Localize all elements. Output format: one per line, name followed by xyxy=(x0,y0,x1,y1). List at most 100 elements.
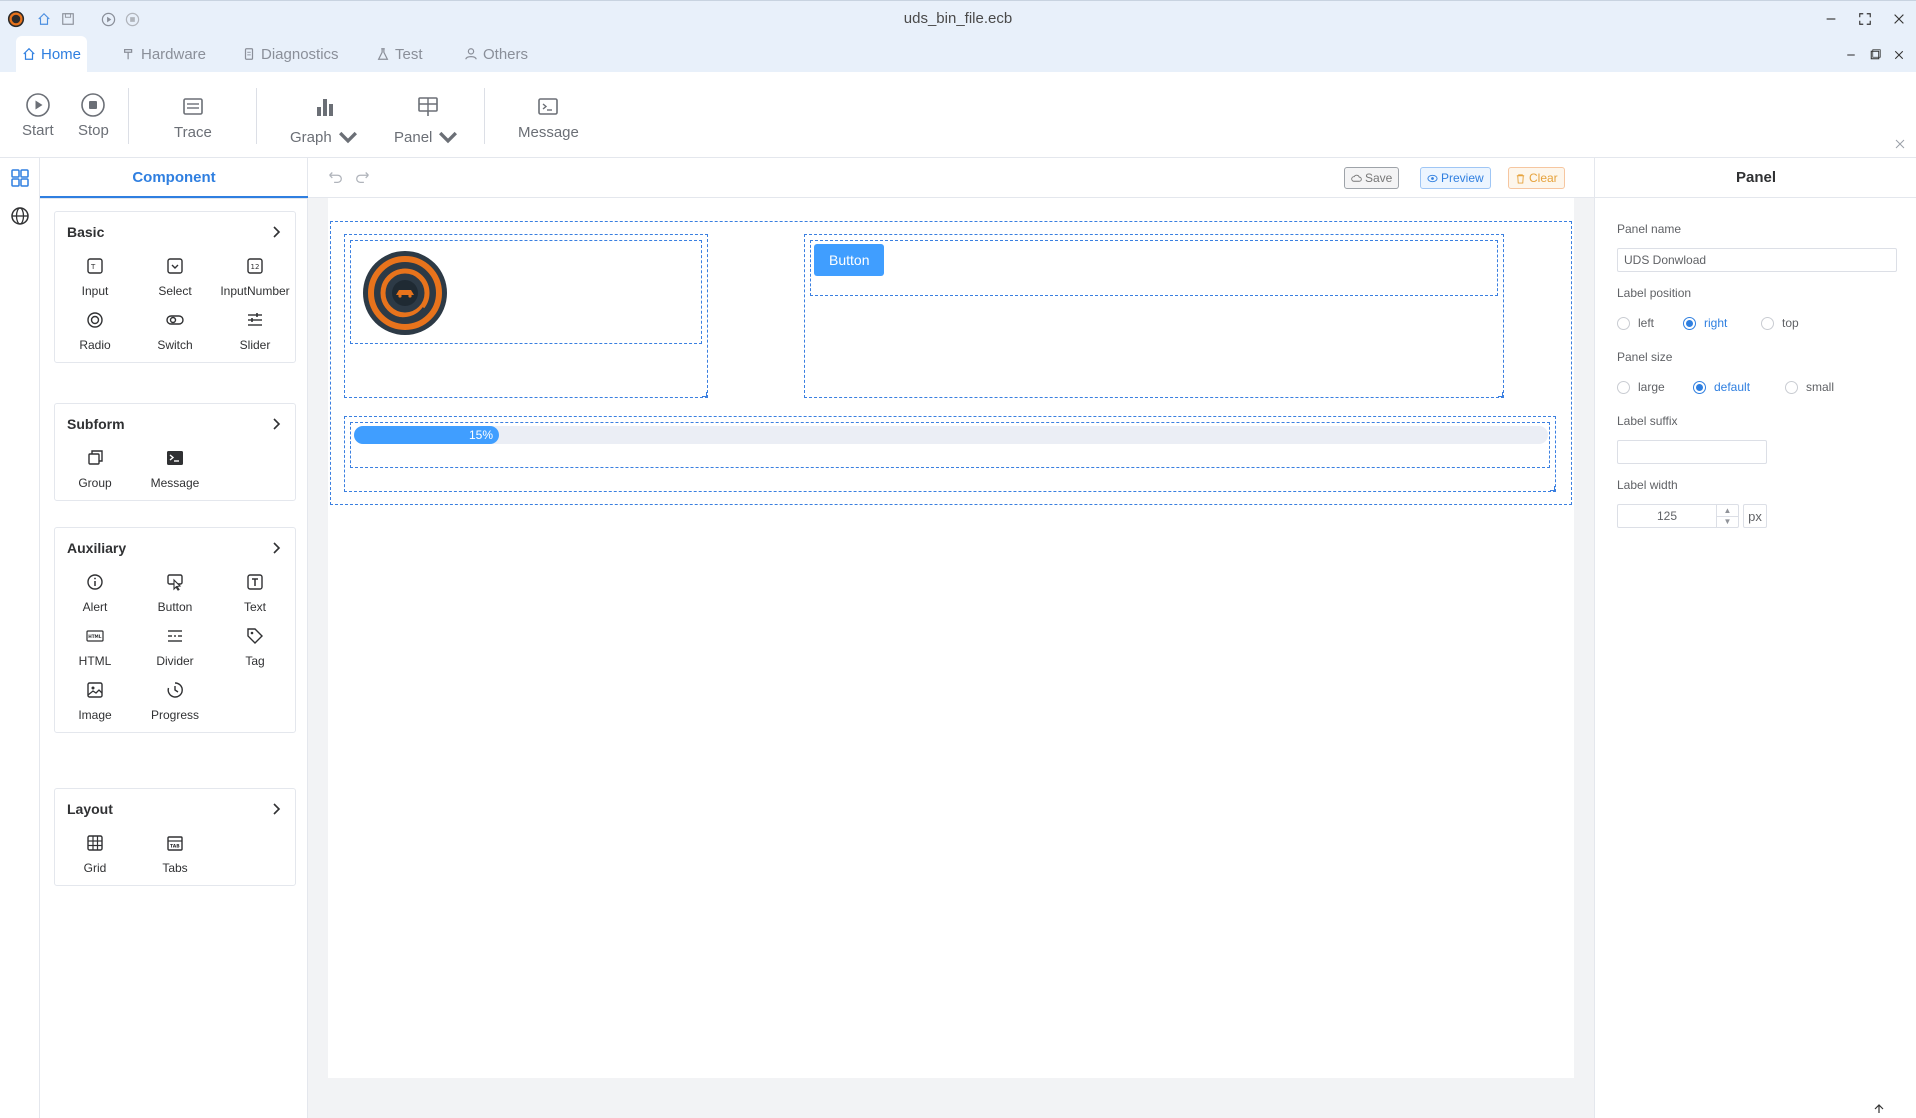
component-label: Tabs xyxy=(162,861,188,875)
chevron-right-icon xyxy=(273,542,281,554)
trace-button[interactable]: Trace xyxy=(174,94,212,141)
chevron-right-icon xyxy=(273,418,281,430)
component-image[interactable]: Image xyxy=(55,680,135,722)
component-slider[interactable]: Slider xyxy=(215,310,295,352)
group-basic-header[interactable]: Basic xyxy=(55,212,295,252)
button-widget-frame[interactable] xyxy=(810,240,1498,296)
component-tabs[interactable]: TAB Tabs xyxy=(135,833,215,875)
progress-fill: 15% xyxy=(354,426,499,444)
components-grid-icon[interactable] xyxy=(10,168,30,188)
radio-dot xyxy=(1617,380,1630,394)
label-width-label: Label width xyxy=(1617,478,1678,492)
tag-icon xyxy=(247,628,263,644)
designer-area: Save Preview Clear Button 15% xyxy=(308,158,1594,1118)
group-layout-header[interactable]: Layout xyxy=(55,789,295,829)
scroll-top-icon[interactable] xyxy=(1873,1102,1885,1114)
tab-test[interactable]: Test xyxy=(370,36,429,72)
tab-hardware[interactable]: Hardware xyxy=(116,36,212,72)
tab-others-label: Others xyxy=(483,45,529,63)
slider-icon xyxy=(248,313,262,326)
decrement-icon[interactable]: ▼ xyxy=(1717,517,1738,528)
component-select[interactable]: Select xyxy=(135,256,215,298)
group-basic: Basic T Input Select 12 InputNumber Radi… xyxy=(54,211,296,363)
hammer-icon xyxy=(124,49,133,60)
radio-dot xyxy=(1761,316,1774,330)
panel-label: Panel xyxy=(394,128,433,146)
save-button[interactable]: Save xyxy=(1344,167,1400,189)
component-switch[interactable]: Switch xyxy=(135,310,215,352)
stepper-arrows: ▲ ▼ xyxy=(1716,505,1738,527)
component-radio[interactable]: Radio xyxy=(55,310,135,352)
component-progress[interactable]: Progress xyxy=(135,680,215,722)
form-button[interactable]: Button xyxy=(814,244,885,276)
left-icon-rail xyxy=(0,158,40,1118)
stop-button[interactable]: Stop xyxy=(78,92,109,139)
component-text[interactable]: Text xyxy=(215,572,295,614)
radio-default[interactable]: default xyxy=(1693,380,1785,394)
component-button[interactable]: Button xyxy=(135,572,215,614)
tab-home[interactable]: Home xyxy=(16,36,88,72)
message-button[interactable]: Message xyxy=(518,94,579,141)
graph-button[interactable]: Graph xyxy=(290,94,361,150)
doc-minimize-icon[interactable] xyxy=(1842,46,1860,64)
component-label: Message xyxy=(150,476,200,490)
component-html[interactable]: HTML HTML xyxy=(55,626,135,668)
component-input[interactable]: T Input xyxy=(55,256,135,298)
fullscreen-icon[interactable] xyxy=(1854,8,1876,30)
label-position-radio-group: left right top xyxy=(1617,316,1821,330)
component-divider[interactable]: Divider xyxy=(135,626,215,668)
radio-left[interactable]: left xyxy=(1617,316,1683,330)
resize-handle[interactable] xyxy=(702,392,707,397)
radio-small[interactable]: small xyxy=(1785,380,1849,394)
radio-right[interactable]: right xyxy=(1683,316,1761,330)
unit-label: px xyxy=(1743,504,1767,528)
start-button[interactable]: Start xyxy=(22,92,54,139)
stop-label: Stop xyxy=(78,122,109,139)
group-auxiliary-header[interactable]: Auxiliary xyxy=(55,528,295,568)
globe-icon[interactable] xyxy=(10,206,30,226)
collapse-ribbon-icon[interactable] xyxy=(1894,138,1906,150)
close-icon[interactable] xyxy=(1888,8,1910,30)
chevron-right-icon xyxy=(273,226,281,238)
tab-others[interactable]: Others xyxy=(458,36,534,72)
component-label: Text xyxy=(243,600,266,614)
undo-icon[interactable] xyxy=(326,168,346,188)
label-position-label: Label position xyxy=(1617,286,1692,300)
progress-icon xyxy=(167,682,183,698)
doc-maximize-icon[interactable] xyxy=(1866,46,1884,64)
radio-label: large xyxy=(1638,380,1665,394)
radio-large[interactable]: large xyxy=(1617,380,1693,394)
doc-close-icon[interactable] xyxy=(1890,46,1908,64)
tab-diagnostics[interactable]: Diagnostics xyxy=(236,36,345,72)
label-suffix-input[interactable] xyxy=(1617,440,1767,464)
group-icon xyxy=(88,450,103,465)
component-grid[interactable]: Grid xyxy=(55,833,135,875)
panel-button[interactable]: Panel xyxy=(394,94,461,150)
component-message[interactable]: Message xyxy=(135,448,215,490)
redo-icon[interactable] xyxy=(354,168,374,188)
component-group[interactable]: Group xyxy=(55,448,135,490)
radio-top[interactable]: top xyxy=(1761,316,1821,330)
clear-button[interactable]: Clear xyxy=(1508,167,1565,189)
stop-icon xyxy=(81,93,106,117)
label-width-stepper[interactable]: 125 ▲ ▼ xyxy=(1617,504,1739,528)
trash-icon xyxy=(1516,173,1525,184)
panel-name-input[interactable]: UDS Donwload xyxy=(1617,248,1897,272)
component-tag[interactable]: Tag xyxy=(215,626,295,668)
component-alert[interactable]: Alert xyxy=(55,572,135,614)
group-subform-header[interactable]: Subform xyxy=(55,404,295,444)
increment-icon[interactable]: ▲ xyxy=(1717,505,1738,517)
resize-handle[interactable] xyxy=(1498,392,1503,397)
tab-component[interactable]: Component xyxy=(40,158,308,198)
save-label: Save xyxy=(1365,171,1393,185)
resize-handle[interactable] xyxy=(1550,486,1555,491)
component-label: Button xyxy=(157,600,193,614)
radio-dot xyxy=(1683,316,1696,330)
form-canvas[interactable]: Button 15% xyxy=(328,198,1574,1078)
label-width-value[interactable]: 125 xyxy=(1618,509,1716,523)
select-icon xyxy=(167,258,183,274)
component-inputnumber[interactable]: 12 InputNumber xyxy=(215,256,295,298)
svg-text:12: 12 xyxy=(251,263,260,271)
minimize-icon[interactable] xyxy=(1820,8,1842,30)
preview-button[interactable]: Preview xyxy=(1420,167,1491,189)
